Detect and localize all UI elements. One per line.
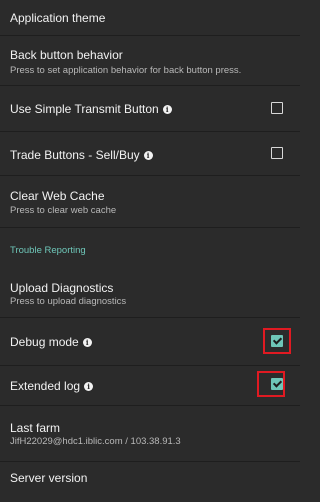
setting-trade-buttons[interactable]: Trade Buttons - Sell/Buy i [0,132,300,176]
info-icon[interactable]: i [162,105,172,114]
setting-last-farm[interactable]: Last farm JifH22029@hdc1.iblic.com / 103… [0,406,300,462]
partial-next-title: Server version [10,471,88,485]
extended-log-label: Extended log i [10,379,94,393]
last-farm-title: Last farm [10,421,61,435]
upload-diagnostics-subtitle: Press to upload diagnostics [10,296,127,307]
trade-buttons-label: Trade Buttons - Sell/Buy i [10,148,153,162]
debug-mode-highlight-box [263,328,291,354]
setting-debug-mode[interactable]: Debug mode i [0,318,300,366]
setting-back-button-behavior[interactable]: Back button behavior Press to set applic… [0,36,300,86]
setting-application-theme[interactable]: Application theme [0,0,300,36]
debug-mode-title: Debug mode [10,335,79,349]
simple-transmit-label: Use Simple Transmit Button i [10,102,172,116]
back-button-title: Back button behavior [10,48,123,62]
clear-cache-title: Clear Web Cache [10,189,105,203]
setting-upload-diagnostics[interactable]: Upload Diagnostics Press to upload diagn… [0,268,300,318]
trade-buttons-title: Trade Buttons - Sell/Buy [10,148,140,162]
debug-mode-label: Debug mode i [10,335,92,349]
simple-transmit-title: Use Simple Transmit Button [10,102,159,116]
setting-extended-log[interactable]: Extended log i [0,366,300,406]
back-button-subtitle: Press to set application behavior for ba… [10,65,242,76]
section-header-trouble-reporting: Trouble Reporting [10,245,86,256]
info-icon[interactable]: i [143,151,153,160]
info-icon[interactable]: i [82,338,92,347]
setting-partial-next[interactable]: Server version [0,462,300,502]
extended-log-highlight-box [257,371,285,397]
application-theme-title: Application theme [10,11,106,25]
setting-simple-transmit[interactable]: Use Simple Transmit Button i [0,86,300,132]
clear-cache-subtitle: Press to clear web cache [10,205,117,216]
info-icon[interactable]: i [84,382,94,391]
extended-log-title: Extended log [10,379,81,393]
trade-buttons-checkbox[interactable] [271,147,283,159]
last-farm-subtitle: JifH22029@hdc1.iblic.com / 103.38.91.3 [10,436,181,447]
simple-transmit-checkbox[interactable] [271,102,283,114]
setting-clear-web-cache[interactable]: Clear Web Cache Press to clear web cache [0,176,300,228]
upload-diagnostics-title: Upload Diagnostics [10,281,114,295]
